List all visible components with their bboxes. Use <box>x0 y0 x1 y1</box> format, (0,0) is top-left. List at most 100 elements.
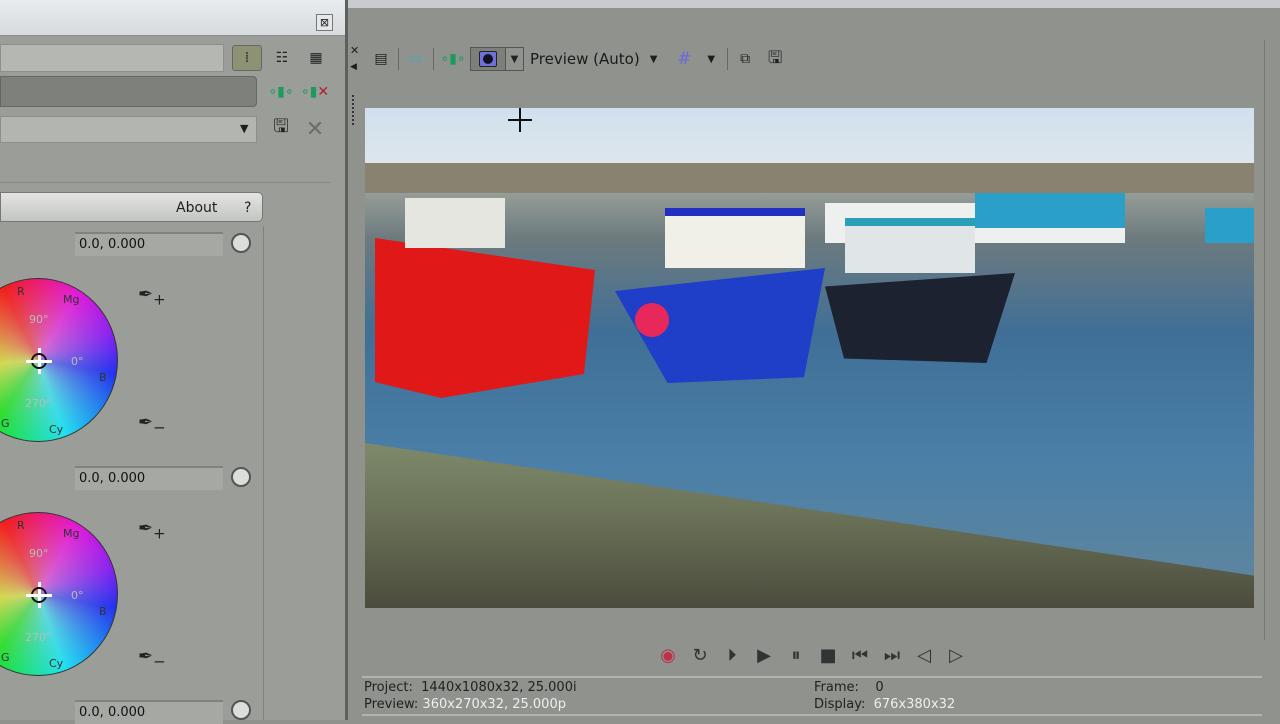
dock-grip[interactable] <box>352 95 356 125</box>
display-value: 676x380x32 <box>873 697 956 712</box>
go-to-start-button[interactable]: ⏮ <box>844 645 876 666</box>
preview-value: 360x270x32, 25.000p <box>422 697 566 712</box>
eyedropper-add-icon[interactable]: ✒+ <box>138 518 166 543</box>
window-top-edge <box>348 0 1280 8</box>
wheel-label-r: R <box>17 519 25 532</box>
stop-button[interactable]: ■ <box>812 645 844 666</box>
project-label: Project: <box>364 680 413 695</box>
save-snapshot-icon[interactable]: 🖫 <box>764 45 786 74</box>
chevron-down-icon[interactable]: ▼ <box>240 122 248 135</box>
record-button[interactable]: ◉ <box>652 645 684 666</box>
toolbar-separator <box>398 48 399 70</box>
wheel-label-b: B <box>99 371 107 384</box>
pause-button[interactable]: ⏸ <box>780 645 812 666</box>
eyedropper-subtract-icon[interactable]: ✒− <box>138 646 166 671</box>
status-divider <box>362 714 1262 716</box>
wheel-handle[interactable] <box>26 348 52 374</box>
wheel-label-0: 0° <box>71 589 84 602</box>
video-fx-icon[interactable]: ∘▮∘ <box>440 51 466 67</box>
copy-snapshot-icon[interactable]: ⧉ <box>734 51 756 67</box>
dark-boat <box>825 273 1015 363</box>
single-column-view-icon[interactable]: ⁞ <box>232 45 262 71</box>
about-button[interactable]: About <box>176 200 217 216</box>
toolbar-separator <box>433 48 434 70</box>
wheel-handle[interactable] <box>26 582 52 608</box>
wheel-label-270: 270° <box>25 631 52 644</box>
preview-quality-select[interactable]: Preview (Auto) <box>530 50 640 68</box>
four-column-view-icon[interactable]: ▦ <box>305 46 327 70</box>
frame-info: Frame: 0 <box>814 680 884 695</box>
video-preview-frame[interactable] <box>365 108 1254 608</box>
right-dock-edge <box>1264 40 1280 640</box>
delete-preset-icon[interactable]: ✕ <box>304 116 326 142</box>
red-boat <box>375 238 595 398</box>
next-frame-button[interactable]: ▷ <box>940 645 972 666</box>
remove-plugin-icon[interactable]: ∘▮ ✕ <box>301 82 329 102</box>
display-info: Display: 676x380x32 <box>814 697 955 712</box>
status-divider <box>362 676 1262 678</box>
reset-clock-icon[interactable] <box>231 467 251 487</box>
reset-clock-icon[interactable] <box>231 700 251 720</box>
eyedropper-subtract-icon[interactable]: ✒− <box>138 412 166 437</box>
wheel-label-cy: Cy <box>49 657 64 670</box>
wheel-label-mg: Mg <box>63 293 80 306</box>
wheel-label-90: 90° <box>29 547 49 560</box>
project-value: 1440x1080x32, 25.000i <box>421 680 577 695</box>
preset-dropdown[interactable] <box>0 116 257 143</box>
project-properties-icon[interactable]: ▤ <box>370 51 392 67</box>
play-button[interactable]: ▶ <box>748 645 780 666</box>
split-screen-dropdown-icon[interactable]: ▼ <box>506 47 524 71</box>
teal-boat <box>975 193 1125 228</box>
low-wheel-value-field[interactable]: 0.0, 0.000 <box>75 232 223 256</box>
go-to-end-button[interactable]: ⏭ <box>876 645 908 666</box>
plugin-header: About ? <box>0 192 263 222</box>
plugin-chain-bar[interactable] <box>0 76 257 107</box>
two-column-view-icon[interactable]: ☷ <box>272 46 292 70</box>
frame-value: 0 <box>875 680 884 695</box>
split-screen-button[interactable] <box>470 47 506 71</box>
plugin-chain-icon[interactable]: ∘▮∘ <box>268 82 294 102</box>
mid-wheel-value-field[interactable]: 0.0, 0.000 <box>75 466 223 490</box>
red-boat-cabin <box>405 198 505 248</box>
chevron-down-icon[interactable]: ▼ <box>650 54 658 65</box>
loop-playback-button[interactable]: ↻ <box>684 645 716 666</box>
high-wheel-value-field[interactable]: 0.0, 0.000 <box>75 700 223 724</box>
wheel-label-g: G <box>1 651 10 664</box>
help-button[interactable]: ? <box>244 200 251 216</box>
wheel-label-cy: Cy <box>49 423 64 436</box>
frame-label: Frame: <box>814 680 859 695</box>
wheel-label-b: B <box>99 605 107 618</box>
blue-boat-cabin <box>665 208 805 268</box>
dark-boat-cabin <box>845 218 975 273</box>
eyedropper-add-icon[interactable]: ✒+ <box>138 284 166 309</box>
save-preset-icon[interactable]: 🖫 <box>270 116 292 140</box>
teal-boat-edge <box>1205 208 1254 243</box>
preview-label: Preview: <box>364 697 419 712</box>
project-info: Project: 1440x1080x32, 25.000i <box>364 680 577 695</box>
harbor-wall <box>365 163 1254 193</box>
wheel-label-r: R <box>17 285 25 298</box>
close-window-icon[interactable]: ⊠ <box>316 14 333 31</box>
panel-title-bar <box>0 0 345 36</box>
wheel-label-mg: Mg <box>63 527 80 540</box>
collapse-dock-icon[interactable]: ◀ <box>350 62 357 72</box>
panel-divider[interactable] <box>345 0 348 720</box>
preset-bar <box>0 44 224 72</box>
buoy <box>635 303 669 337</box>
previous-frame-button[interactable]: ◁ <box>908 645 940 666</box>
toolbar-separator <box>727 48 729 70</box>
external-monitor-icon[interactable]: ▭ <box>405 51 427 67</box>
play-from-start-button[interactable]: ⏵ <box>716 645 748 666</box>
reset-clock-icon[interactable] <box>231 233 251 253</box>
wheel-label-0: 0° <box>71 355 84 368</box>
wheel-label-270: 270° <box>25 397 52 410</box>
overlays-grid-icon[interactable]: # <box>673 49 695 69</box>
wheel-label-90: 90° <box>29 313 49 326</box>
cursor-crosshair-icon <box>508 108 532 132</box>
wooden-pier <box>365 443 1254 608</box>
wheel-label-g: G <box>1 417 10 430</box>
close-dock-icon[interactable]: ✕ <box>350 44 359 57</box>
transport-controls: ◉ ↻ ⏵ ▶ ⏸ ■ ⏮ ⏭ ◁ ▷ <box>652 645 972 666</box>
chevron-down-icon[interactable]: ▼ <box>707 54 715 65</box>
display-label: Display: <box>814 697 866 712</box>
